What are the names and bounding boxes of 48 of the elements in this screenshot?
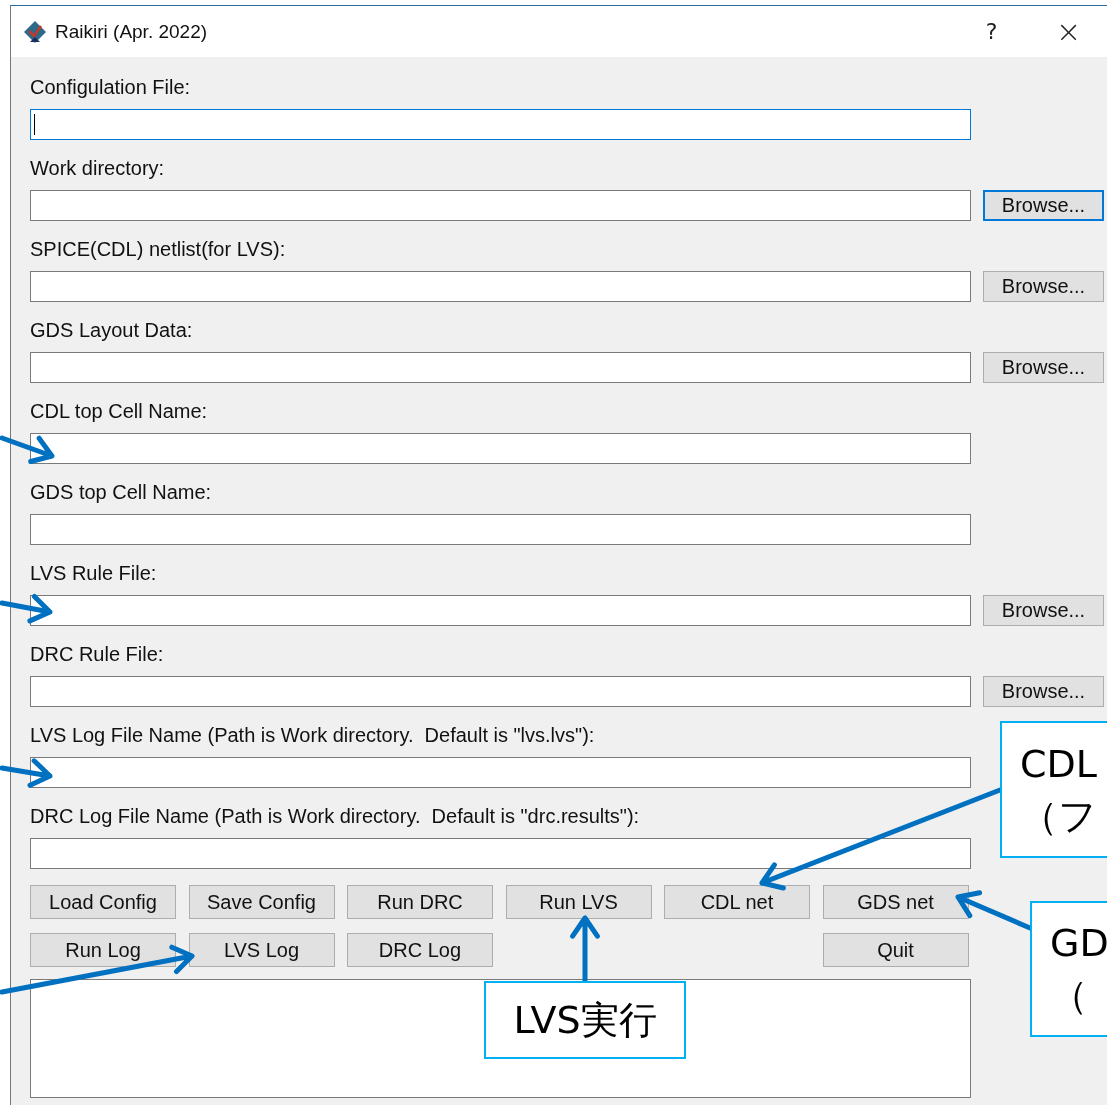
input-field[interactable]: [30, 271, 971, 302]
action-button[interactable]: Run DRC: [347, 885, 493, 919]
window-title: Raikiri (Apr. 2022): [55, 20, 208, 43]
action-button[interactable]: Run LVS: [505, 885, 652, 919]
field-label: CDL top Cell Name:: [30, 399, 208, 423]
browse-button[interactable]: Browse...: [983, 676, 1104, 707]
browse-button[interactable]: Browse...: [983, 190, 1104, 221]
callout-text: CDL: [1020, 740, 1097, 788]
field-label: GDS top Cell Name:: [30, 480, 212, 504]
action-button[interactable]: LVS Log: [188, 933, 335, 967]
input-field[interactable]: [30, 352, 971, 383]
action-button[interactable]: Save Config: [188, 885, 335, 919]
browse-button[interactable]: Browse...: [983, 595, 1104, 626]
input-field[interactable]: [30, 676, 971, 707]
field-label: DRC Rule File:: [30, 642, 164, 666]
field-label: Work directory:: [30, 156, 165, 180]
action-button[interactable]: Run Log: [30, 933, 176, 967]
field-label: DRC Log File Name (Path is Work directory. Default is "drc.results"):: [30, 804, 640, 828]
browse-button[interactable]: Browse...: [983, 271, 1104, 302]
action-button[interactable]: DRC Log: [347, 933, 493, 967]
annotation-arrow: [0, 435, 55, 464]
field-label: SPICE(CDL) netlist(for LVS):: [30, 237, 286, 261]
action-button[interactable]: CDL net: [664, 885, 810, 919]
annotation-arrow: [0, 758, 53, 788]
input-field[interactable]: [30, 595, 971, 626]
field-label: LVS Log File Name (Path is Work directory. Default is "lvs.lvs"):: [30, 723, 595, 747]
help-button[interactable]: ?: [953, 6, 1030, 57]
field-label: GDS Layout Data:: [30, 318, 193, 342]
input-field[interactable]: [30, 433, 971, 464]
callout-text: LVS実行: [513, 997, 657, 1044]
annotation-arrow: [0, 593, 53, 624]
callout-text: GD: [1050, 920, 1107, 967]
action-button[interactable]: GDS net: [822, 885, 969, 919]
input-field[interactable]: [30, 109, 971, 140]
app-icon: [23, 19, 47, 44]
action-button[interactable]: Quit: [822, 933, 969, 967]
callout-text: （: [1050, 972, 1088, 1019]
browse-button[interactable]: Browse...: [983, 352, 1104, 383]
input-field[interactable]: [30, 757, 971, 788]
action-button[interactable]: Load Config: [30, 885, 176, 919]
annotation-arrow: [570, 915, 600, 984]
input-field[interactable]: [30, 514, 971, 545]
field-label: LVS Rule File:: [30, 561, 157, 585]
callout-text: （フ: [1020, 792, 1097, 840]
input-field[interactable]: [30, 190, 971, 221]
field-label: Configulation File:: [30, 75, 191, 99]
input-field[interactable]: [30, 838, 971, 869]
close-button[interactable]: ×: [1030, 6, 1107, 57]
